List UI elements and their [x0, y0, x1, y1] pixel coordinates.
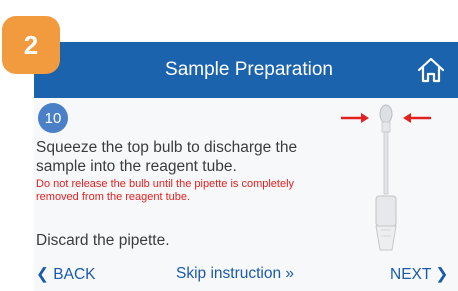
instruction-text: Squeeze the top bulb to discharge the sa…: [36, 139, 298, 175]
title-bar: Sample Preparation: [34, 42, 458, 98]
warning-text: Do not release the bulb until the pipett…: [36, 178, 295, 203]
squeeze-arrow-right-icon: [403, 113, 431, 123]
discard-text: Discard the pipette.: [36, 232, 170, 249]
page-title: Sample Preparation: [165, 59, 333, 80]
step-badge: 2: [2, 16, 60, 74]
step-number: 10: [38, 103, 68, 133]
pipette-illustration: [341, 104, 431, 251]
skip-instruction-button[interactable]: Skip instruction »: [176, 265, 294, 283]
back-button[interactable]: ❮ BACK: [36, 265, 96, 284]
next-button[interactable]: NEXT ❯: [390, 265, 448, 284]
squeeze-arrow-left-icon: [341, 113, 369, 123]
home-icon[interactable]: [416, 55, 446, 85]
